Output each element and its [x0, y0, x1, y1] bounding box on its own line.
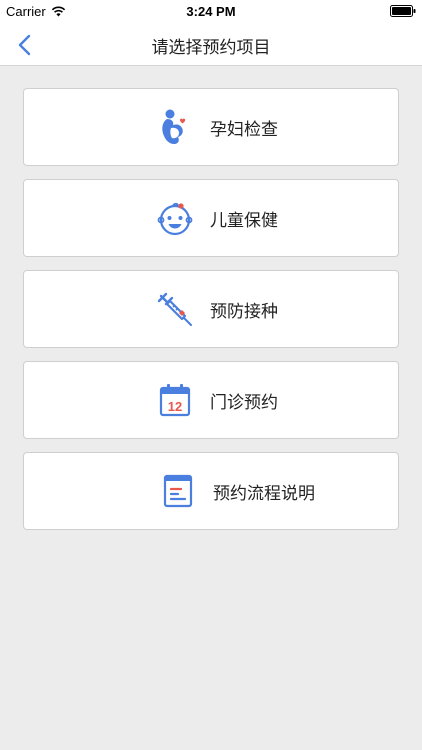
menu-item-label: 儿童保健: [210, 210, 278, 231]
menu-item-outpatient-appointment[interactable]: 12 门诊预约: [23, 361, 399, 439]
battery-icon: [390, 5, 416, 17]
document-icon: [163, 474, 193, 508]
pregnant-woman-icon: [162, 109, 186, 144]
status-bar: Carrier 3:24 PM: [0, 0, 422, 22]
menu-item-label: 门诊预约: [210, 392, 278, 413]
syringe-icon: [157, 292, 192, 326]
calendar-day-text: 12: [168, 399, 182, 414]
page-title: 请选择预约项目: [151, 38, 271, 58]
baby-face-icon: [157, 202, 193, 236]
calendar-icon: 12: [159, 384, 191, 417]
menu-item-appointment-process[interactable]: 预约流程说明: [23, 452, 399, 530]
menu-item-vaccination[interactable]: 预防接种: [23, 270, 399, 348]
menu-item-child-healthcare[interactable]: 儿童保健: [23, 179, 399, 257]
menu-item-label: 预约流程说明: [213, 483, 315, 504]
appointment-menu: 孕妇检查 儿童保健 预防接种 12 门诊预约 预约流程说明: [23, 88, 399, 543]
status-right: [390, 5, 416, 20]
navigation-bar: 请选择预约项目: [0, 22, 422, 66]
menu-item-prenatal-checkup[interactable]: 孕妇检查: [23, 88, 399, 166]
status-time: 3:24 PM: [186, 4, 236, 19]
menu-item-label: 预防接种: [210, 301, 278, 322]
menu-item-label: 孕妇检查: [210, 119, 278, 140]
